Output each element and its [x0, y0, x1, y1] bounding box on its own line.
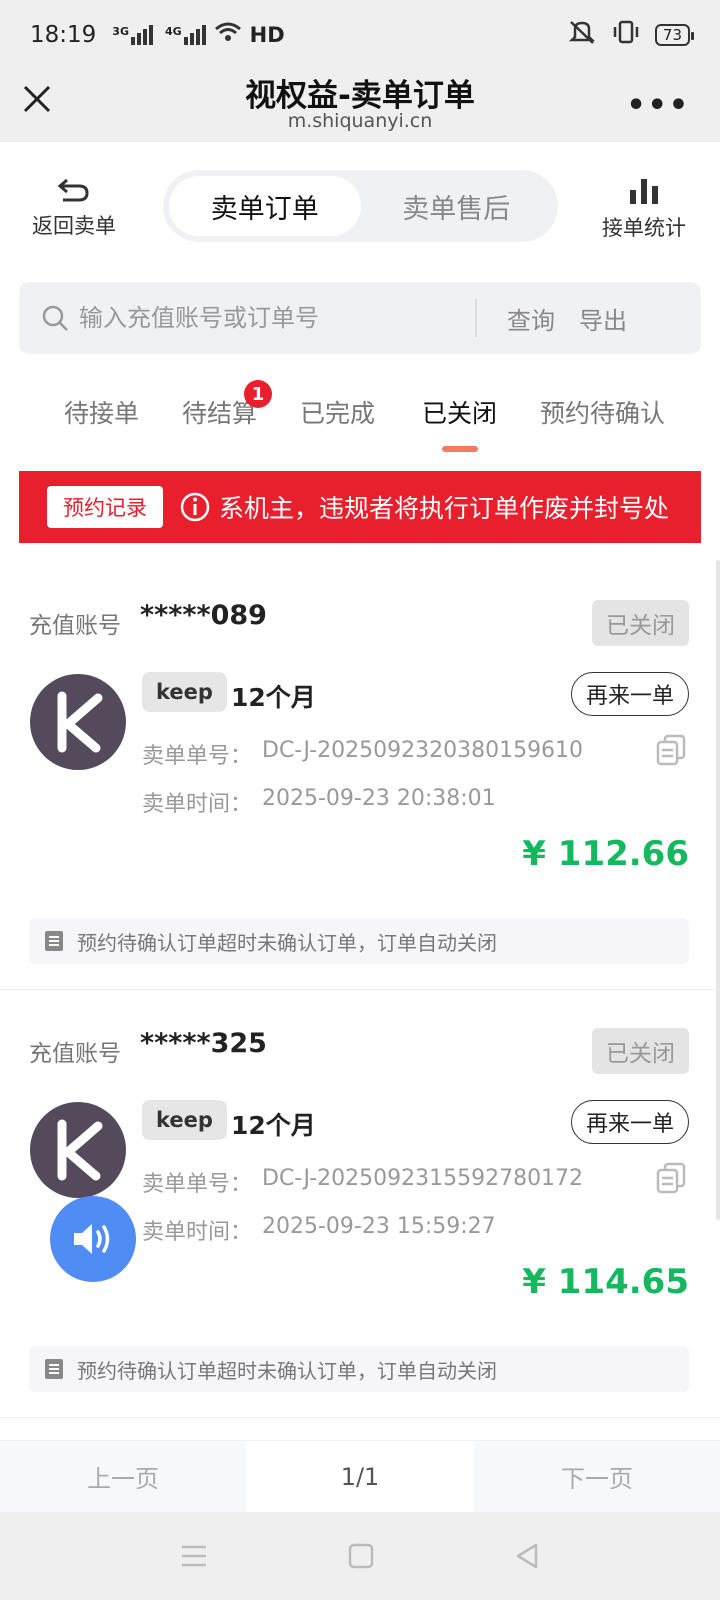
pending-settle-badge: 1: [244, 380, 272, 408]
query-button[interactable]: 查询: [495, 301, 567, 336]
stats-label: 接单统计: [602, 216, 686, 240]
keep-logo-icon: [30, 674, 126, 770]
tab-reservation-pending[interactable]: 预约待确认: [540, 394, 665, 430]
top-navigation: 返回卖单 卖单订单 卖单售后 接单统计: [0, 142, 720, 262]
order-no-label: 卖单单号：: [142, 1172, 253, 1197]
order-time-value: 2025-09-23 20:38:01: [262, 786, 496, 811]
return-arrow-icon: [57, 178, 89, 202]
vibrate-icon: [611, 19, 641, 51]
status-badge: 已关闭: [592, 1028, 689, 1074]
reorder-button[interactable]: 再来一单: [570, 1100, 689, 1144]
page-title: 视权益-卖单订单: [245, 78, 475, 114]
signal-4g-icon: 4G: [165, 25, 206, 45]
browser-titlebar: 视权益-卖单订单 m.shiquanyi.cn •••: [0, 70, 720, 142]
order-time-label: 卖单时间：: [142, 1220, 253, 1245]
account-value: *****325: [140, 1028, 267, 1059]
order-no-value: DC-J-2025092315592780172: [262, 1166, 584, 1191]
copy-icon[interactable]: [656, 1162, 686, 1194]
price: ¥ 112.66: [522, 834, 689, 874]
info-icon: [180, 492, 210, 522]
copy-icon[interactable]: [656, 734, 686, 766]
search-divider: [475, 299, 477, 337]
document-icon: [45, 1359, 63, 1379]
page-url: m.shiquanyi.cn: [287, 110, 433, 132]
duration-label: 12个月: [231, 683, 316, 712]
speaker-icon: [74, 1224, 110, 1254]
mute-vibrate-icon: [567, 19, 597, 51]
price: ¥ 114.65: [522, 1262, 689, 1302]
back-to-sell-button[interactable]: 返回卖单: [24, 176, 124, 240]
keep-logo-icon: [30, 1102, 126, 1198]
prev-page-button[interactable]: 上一页: [0, 1441, 246, 1512]
reservation-records-button[interactable]: 预约记录: [47, 486, 163, 528]
tab-pending-accept[interactable]: 待接单: [64, 394, 139, 430]
status-tabs: 待接单 待结算 1 已完成 已关闭 预约待确认: [0, 380, 720, 452]
tab-closed[interactable]: 已关闭: [422, 394, 497, 430]
segment-after-sales[interactable]: 卖单售后: [361, 176, 553, 236]
battery-icon: 73: [654, 24, 695, 46]
hd-label: HD: [249, 23, 285, 47]
brand-chip: keep: [142, 1100, 227, 1140]
back-icon[interactable]: [514, 1542, 540, 1570]
voice-button[interactable]: [50, 1196, 136, 1282]
menu-icon[interactable]: [180, 1544, 208, 1568]
account-value: *****089: [140, 600, 267, 631]
note-text: 预约待确认订单超时未确认订单，订单自动关闭: [77, 930, 497, 955]
segment-control: 卖单订单 卖单售后: [163, 170, 558, 242]
close-reason-note: 预约待确认订单超时未确认订单，订单自动关闭: [29, 918, 689, 964]
duration-label: 12个月: [231, 1111, 316, 1140]
banner-text: 系机主，违规者将执行订单作废并封号处: [219, 494, 670, 523]
segment-sell-orders[interactable]: 卖单订单: [169, 176, 361, 236]
home-icon[interactable]: [348, 1543, 374, 1569]
more-options-icon[interactable]: •••: [626, 88, 690, 123]
system-nav-bar: [0, 1512, 720, 1600]
account-label: 充值账号: [29, 1041, 121, 1067]
status-time: 18:19: [30, 22, 97, 48]
search-input[interactable]: [79, 304, 469, 332]
order-no-value: DC-J-2025092320380159610: [262, 738, 584, 763]
next-page-button[interactable]: 下一页: [474, 1441, 720, 1512]
reorder-button[interactable]: 再来一单: [570, 672, 689, 716]
account-label: 充值账号: [29, 613, 121, 639]
page-indicator: 1/1: [246, 1441, 474, 1512]
search-bar: 查询 导出: [19, 282, 701, 354]
search-icon: [42, 305, 68, 331]
order-time-value: 2025-09-23 15:59:27: [262, 1214, 496, 1239]
note-text: 预约待确认订单超时未确认订单，订单自动关闭: [77, 1358, 497, 1383]
signal-3g-icon: 3G: [112, 25, 153, 45]
status-badge: 已关闭: [592, 600, 689, 646]
export-button[interactable]: 导出: [567, 301, 639, 336]
wifi-icon: [214, 21, 242, 49]
close-reason-note: 预约待确认订单超时未确认订单，订单自动关闭: [29, 1346, 689, 1392]
document-icon: [45, 931, 63, 951]
notice-banner: 预约记录 系机主，违规者将执行订单作废并封号处: [19, 471, 701, 543]
order-card: 充值账号 *****089 已关闭 keep 12个月 再来一单 卖单单号： D…: [0, 570, 720, 990]
order-time-label: 卖单时间：: [142, 792, 253, 817]
tab-completed[interactable]: 已完成: [300, 394, 375, 430]
order-no-label: 卖单单号：: [142, 744, 253, 769]
bar-chart-icon: [630, 179, 658, 204]
brand-chip: keep: [142, 672, 227, 712]
back-label: 返回卖单: [32, 214, 116, 238]
status-bar: 18:19 3G 4G HD 73: [0, 0, 720, 70]
pagination: 上一页 1/1 下一页: [0, 1440, 720, 1512]
order-stats-button[interactable]: 接单统计: [584, 176, 704, 242]
active-tab-indicator: [442, 446, 478, 452]
